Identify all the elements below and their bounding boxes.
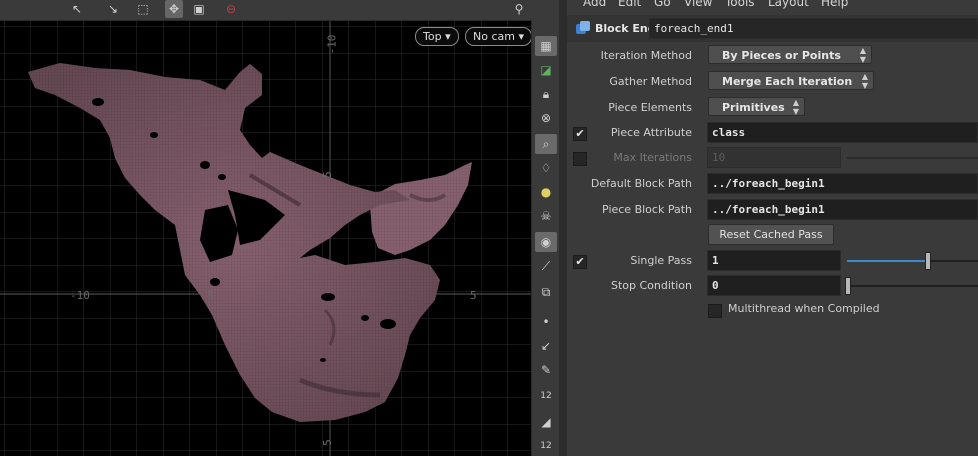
pin-icon[interactable]: ⚲ — [510, 0, 528, 18]
view-layout-icon[interactable]: ▦ — [535, 36, 557, 56]
menu-tools[interactable]: Tools — [725, 0, 755, 9]
piece-attribute-field[interactable]: class — [707, 122, 978, 143]
single-pass-label: Single Pass — [630, 254, 692, 267]
camera-dropdown-label: No cam — [473, 30, 515, 43]
stop-condition-slider-track[interactable] — [847, 285, 978, 287]
piece-attribute-label: Piece Attribute — [610, 126, 692, 139]
viewport-toolbar: ↖ ↘ ⬚ ✥ ▣ ⊖ ⚲ ? — [0, 0, 531, 21]
piece-elements-value: Primitives — [722, 101, 785, 114]
updown-arrow-icon: ▲ ▼ — [792, 98, 799, 116]
measure-icon[interactable]: ◢ — [535, 412, 557, 432]
count-label: 12 — [540, 441, 552, 451]
menu-help[interactable]: Help — [821, 0, 848, 9]
normals-icon[interactable]: ⟋ — [535, 256, 557, 276]
node-header: Block End foreach_end1 — [567, 15, 978, 42]
curve-icon[interactable]: ↙ — [535, 336, 557, 356]
viewport-tool-strip: ▦ ◪ 🔒︎ ⊗ ⌕ ♢ ● ☠ ◉ ⟋ ⧉ • ↙ ✎ 12 ◢ 12 — [531, 20, 560, 456]
chevron-down-icon: ▾ — [445, 30, 451, 43]
y-tick-top: -10 — [325, 34, 339, 55]
single-pass-slider-fill — [847, 260, 928, 262]
single-pass-slider-handle[interactable] — [925, 252, 931, 270]
default-block-path-label: Default Block Path — [590, 177, 692, 190]
multithread-label: Multithread when Compiled — [728, 302, 880, 315]
reset-cached-pass-button[interactable]: Reset Cached Pass — [708, 224, 834, 245]
lightbulb-icon[interactable]: ● — [535, 182, 557, 202]
view-dropdown[interactable]: Top ▾ — [415, 27, 459, 46]
snap-icon[interactable]: ✥ — [165, 0, 183, 18]
stop-condition-field[interactable]: 0 — [707, 275, 841, 296]
y-tick-bottom: 5 — [320, 439, 334, 446]
record-icon[interactable]: ⊖ — [222, 0, 240, 18]
max-iterations-slider[interactable] — [847, 157, 978, 159]
lock-icon[interactable]: 🔒︎ — [535, 84, 557, 104]
sphere-icon[interactable]: ◉ — [535, 232, 557, 252]
menu-bar: Add Edit Go View Tools Layout Help — [567, 0, 978, 12]
piece-elements-menu[interactable]: Primitives ▲ ▼ — [708, 97, 805, 116]
pane-divider[interactable] — [559, 0, 567, 456]
piece-block-path-label: Piece Block Path — [602, 203, 692, 216]
handle-icon[interactable]: ⬚ — [134, 0, 152, 18]
node-type-label: Block End — [595, 22, 656, 35]
view-dropdown-label: Top — [423, 30, 442, 43]
block-end-node-icon — [575, 21, 591, 36]
piece-block-path-field[interactable]: ../foreach_begin1 — [707, 199, 978, 220]
gather-method-value: Merge Each Iteration — [722, 75, 853, 88]
gather-method-label: Gather Method — [609, 75, 692, 88]
stop-condition-slider-handle[interactable] — [845, 277, 851, 295]
scene-viewport[interactable]: -10 5 5 -10 5 5 Top ▾ No cam ▾ ↖ ↘ ⬚ ✥ ▣… — [0, 0, 531, 456]
single-pass-field[interactable]: 1 — [707, 250, 841, 271]
wireframe-icon[interactable]: ◪ — [535, 60, 557, 80]
stop-condition-label: Stop Condition — [611, 279, 692, 292]
viewport-canvas[interactable] — [0, 0, 531, 456]
brush-icon[interactable]: ✎ — [535, 360, 557, 380]
menu-layout[interactable]: Layout — [768, 0, 809, 9]
menu-edit[interactable]: Edit — [618, 0, 641, 9]
number-icon[interactable]: 12 — [535, 386, 557, 406]
x-tick-mid: 5 — [207, 289, 214, 302]
multithread-checkbox[interactable] — [708, 304, 722, 318]
light-icon[interactable]: ♢ — [535, 158, 557, 178]
camera-icon[interactable]: ⊗ — [535, 108, 557, 128]
chevron-down-icon: ▾ — [518, 30, 524, 43]
zoom-icon[interactable]: ⌕ — [535, 134, 557, 154]
piece-elements-label: Piece Elements — [608, 101, 692, 114]
menu-view[interactable]: View — [684, 0, 712, 9]
menu-go[interactable]: Go — [654, 0, 671, 9]
default-block-path-field[interactable]: ../foreach_begin1 — [707, 173, 978, 194]
display-options-icon[interactable]: ▣ — [190, 0, 208, 18]
skull-icon[interactable]: ☠ — [535, 206, 557, 226]
count-icon[interactable]: 12 — [535, 436, 557, 456]
max-iterations-label: Max Iterations — [613, 151, 692, 164]
point-icon[interactable]: • — [535, 312, 557, 332]
gather-method-menu[interactable]: Merge Each Iteration ▲ ▼ — [708, 71, 874, 90]
y-tick-mid: 5 — [320, 171, 334, 178]
menu-add[interactable]: Add — [583, 0, 606, 9]
iteration-method-label: Iteration Method — [600, 49, 692, 62]
updown-arrow-icon: ▲ ▼ — [861, 72, 868, 90]
uv-icon[interactable]: ⧉ — [535, 282, 557, 302]
iteration-method-menu[interactable]: By Pieces or Points ▲ ▼ — [708, 45, 872, 64]
node-name-field[interactable]: foreach_end1 — [649, 18, 978, 39]
number-label: 12 — [540, 391, 552, 401]
iteration-method-value: By Pieces or Points — [722, 49, 841, 62]
camera-dropdown[interactable]: No cam ▾ — [465, 27, 531, 46]
max-iterations-field[interactable]: 10 — [707, 147, 841, 168]
parameter-panel: Add Edit Go View Tools Layout Help Block… — [567, 0, 978, 456]
pose-icon[interactable]: ↘ — [104, 0, 122, 18]
x-tick-right: 5 — [470, 289, 477, 302]
updown-arrow-icon: ▲ ▼ — [859, 46, 866, 64]
select-transform-icon[interactable]: ↖ — [68, 0, 86, 18]
x-tick-left: -10 — [70, 289, 90, 302]
